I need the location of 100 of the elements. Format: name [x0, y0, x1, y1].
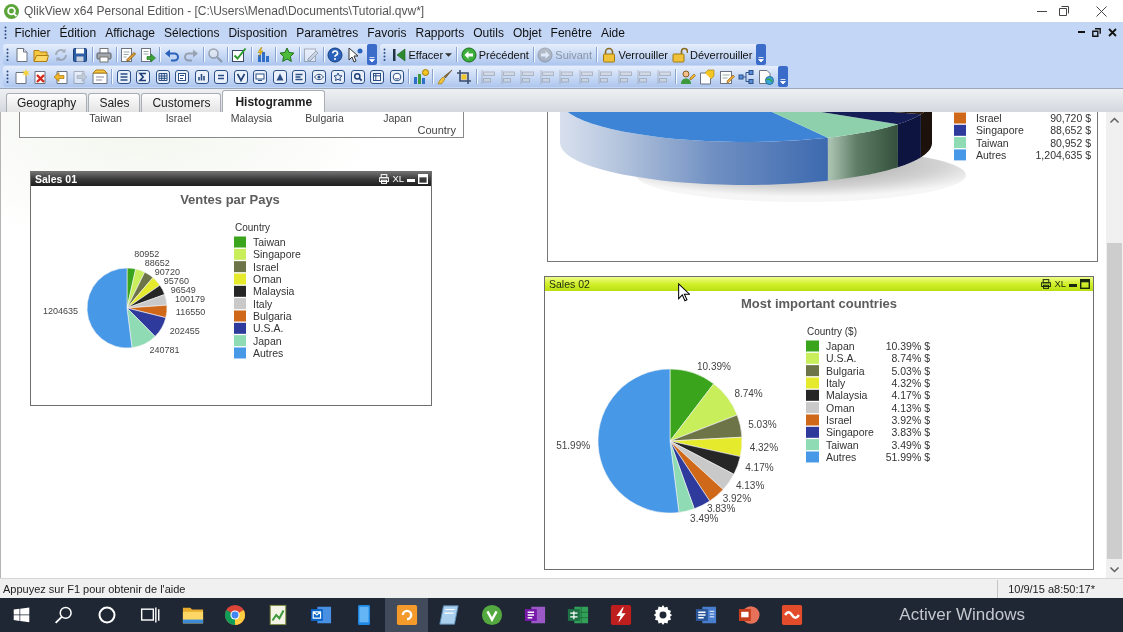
export-icon[interactable]: [139, 46, 156, 63]
menu-item[interactable]: Objet: [508, 25, 547, 40]
menu-item[interactable]: Fenêtre: [546, 25, 597, 40]
bar-chart-icon[interactable]: [193, 68, 210, 85]
scrollbar-thumb[interactable]: [1107, 243, 1122, 559]
check-circle-icon: [481, 604, 504, 626]
toolbar-options-icon[interactable]: [777, 66, 788, 87]
user-edit-icon[interactable]: [679, 68, 696, 85]
document-globe-icon[interactable]: [757, 68, 774, 85]
search-icon[interactable]: [54, 605, 75, 625]
caption-bar[interactable]: Sales 01 XL: [31, 172, 431, 186]
start-icon[interactable]: [12, 606, 30, 624]
bolt-tile-icon: [609, 604, 632, 626]
taskbar-button[interactable]: [385, 598, 428, 632]
mail-icon: [309, 604, 332, 626]
back-button[interactable]: Précédent: [458, 44, 531, 65]
menu-item[interactable]: Outils: [468, 25, 509, 40]
sheet-left-arrow-icon[interactable]: [52, 68, 69, 85]
sheet-properties-icon[interactable]: [91, 68, 108, 85]
toolbar-options-icon[interactable]: [756, 44, 767, 65]
chart-wizard-icon[interactable]: [412, 68, 429, 85]
help-icon[interactable]: [327, 46, 344, 63]
data-label: 4.17%: [745, 461, 774, 473]
sheet-export-icon[interactable]: [699, 68, 716, 85]
sheet-tab[interactable]: Geography: [6, 93, 88, 112]
menu-item[interactable]: Fichier: [10, 25, 55, 40]
document-icon: [695, 604, 718, 626]
round-logo-icon: [224, 604, 247, 626]
star-icon[interactable]: [279, 46, 296, 63]
menu-item[interactable]: Favoris: [362, 25, 411, 40]
close-icon[interactable]: [1096, 5, 1107, 17]
printer-icon[interactable]: [96, 46, 113, 63]
axis-title: Country: [417, 124, 456, 136]
search-tile-icon[interactable]: [349, 68, 366, 85]
ring-icon[interactable]: [97, 605, 117, 625]
sum-icon[interactable]: [135, 68, 152, 85]
panel-icon[interactable]: [369, 68, 386, 85]
grip-icon[interactable]: [4, 26, 7, 39]
text-lines-icon[interactable]: [291, 68, 308, 85]
menu-item[interactable]: Affichage: [100, 25, 160, 40]
window-title: Sales 01: [35, 173, 78, 185]
table-icon[interactable]: [154, 68, 171, 85]
restore-icon[interactable]: [1092, 28, 1101, 37]
new-sheet-icon[interactable]: [13, 68, 30, 85]
legend-value: 3.83% $: [891, 426, 930, 439]
sheet-tab[interactable]: Customers: [141, 93, 222, 112]
legend-value: 90,720 $: [1050, 112, 1091, 124]
chart-title: Ventes par Pays: [180, 192, 280, 207]
task-view-icon[interactable]: [139, 605, 160, 625]
menu-item[interactable]: Disposition: [223, 25, 292, 40]
close-icon[interactable]: [1108, 28, 1117, 37]
menu-item[interactable]: Sélections: [159, 25, 224, 40]
legend-value: 88,652 $: [1050, 124, 1091, 137]
legend-label: Oman: [253, 273, 282, 285]
pointer-help-icon[interactable]: [346, 46, 363, 63]
brush-icon[interactable]: [436, 68, 453, 85]
data-label: 202455: [169, 326, 200, 337]
note-edit-icon[interactable]: [718, 68, 735, 85]
print-icon[interactable]: [1041, 279, 1052, 289]
caption-bar[interactable]: Sales 02 XL: [545, 277, 1093, 291]
crop-icon[interactable]: [456, 68, 473, 85]
grip-icon[interactable]: [6, 48, 9, 61]
data-label: 8.74%: [734, 388, 763, 400]
check-tile-icon[interactable]: [232, 68, 249, 85]
new-document-icon[interactable]: [13, 46, 30, 63]
save-icon[interactable]: [72, 46, 89, 63]
legend-title: Country ($): [807, 325, 857, 337]
xl-button[interactable]: XL: [1054, 279, 1066, 289]
list-icon[interactable]: [115, 68, 132, 85]
minimize-icon[interactable]: [1037, 10, 1047, 12]
menu-item[interactable]: Aide: [596, 25, 630, 40]
status-timestamp: 10/9/15 a8:50:17*: [997, 579, 1123, 598]
sheet-tab[interactable]: Histogramme: [222, 90, 326, 112]
star-tile-icon[interactable]: [330, 68, 347, 85]
unlock-button[interactable]: Déverrouiller: [670, 44, 755, 65]
restore-icon[interactable]: [1059, 6, 1069, 16]
bar-chart-bolt-icon[interactable]: [255, 46, 272, 63]
menu-item[interactable]: Paramètres: [291, 25, 363, 40]
menu-item[interactable]: Édition: [55, 25, 101, 40]
clear-button[interactable]: Effacer: [388, 44, 455, 65]
lock-button[interactable]: Verrouiller: [598, 44, 671, 65]
smiley-icon[interactable]: [388, 68, 405, 85]
grip-icon[interactable]: [6, 70, 9, 83]
triangle-tile-icon[interactable]: [271, 68, 288, 85]
equals-icon[interactable]: [213, 68, 230, 85]
maximize-icon[interactable]: [1080, 279, 1090, 289]
sheet-tab[interactable]: Sales: [88, 93, 141, 112]
menu-item[interactable]: Rapports: [411, 25, 469, 40]
print-icon[interactable]: [379, 174, 390, 184]
grip-icon[interactable]: [382, 48, 386, 61]
checkbox-icon[interactable]: [231, 46, 248, 63]
monitor-icon[interactable]: [252, 68, 269, 85]
form-icon[interactable]: [174, 68, 191, 85]
data-label: 88652: [144, 257, 170, 268]
edit-document-icon[interactable]: [120, 46, 137, 63]
xl-button[interactable]: XL: [392, 174, 404, 184]
data-label: 90720: [154, 266, 180, 277]
network-icon[interactable]: [738, 68, 755, 85]
toolbar-options-icon[interactable]: [366, 44, 377, 65]
eye-icon[interactable]: [310, 68, 327, 85]
